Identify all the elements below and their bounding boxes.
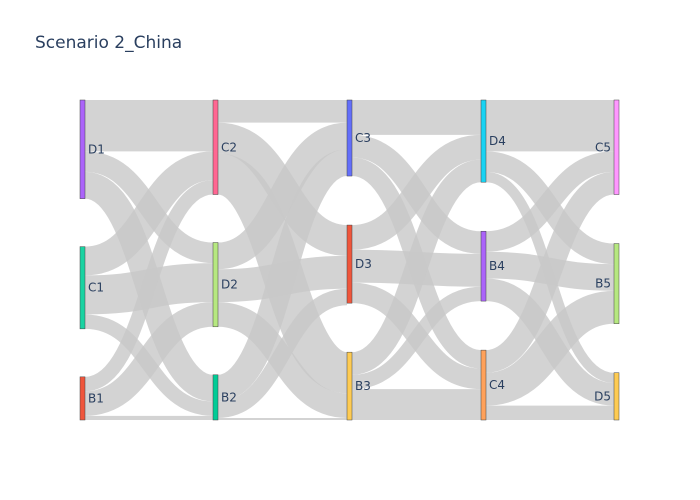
sankey-node-B1[interactable] xyxy=(79,376,86,421)
sankey-node-label-D2: D2 xyxy=(221,278,238,292)
sankey-node-B5[interactable] xyxy=(613,243,620,324)
sankey-node-label-B1: B1 xyxy=(88,391,104,405)
sankey-node-label-D3: D3 xyxy=(355,257,372,271)
sankey-node-label-B2: B2 xyxy=(221,390,237,404)
sankey-node-label-D1: D1 xyxy=(88,142,105,156)
sankey-node-D1[interactable] xyxy=(79,99,86,199)
sankey-node-label-D4: D4 xyxy=(489,134,506,148)
sankey-node-label-B4: B4 xyxy=(489,259,505,273)
sankey-node-label-B5: B5 xyxy=(595,277,611,291)
sankey-node-label-C4: C4 xyxy=(489,378,505,392)
sankey-node-label-B3: B3 xyxy=(355,379,371,393)
sankey-node-label-C3: C3 xyxy=(355,131,371,145)
sankey-node-D4[interactable] xyxy=(480,99,487,183)
sankey-node-B3[interactable] xyxy=(346,351,353,421)
sankey-node-C4[interactable] xyxy=(480,349,487,421)
sankey-node-B2[interactable] xyxy=(212,374,219,421)
sankey-node-B4[interactable] xyxy=(480,230,487,302)
sankey-node-label-D5: D5 xyxy=(594,389,611,403)
sankey-node-label-C1: C1 xyxy=(88,281,104,295)
sankey-node-D5[interactable] xyxy=(613,372,620,421)
sankey-node-D2[interactable] xyxy=(212,242,219,328)
sankey-node-C3[interactable] xyxy=(346,99,353,177)
sankey-node-label-C5: C5 xyxy=(595,140,611,154)
sankey-diagram: D1 C1 B1 C2 D2 B2 C3 D3 B3 D4 B4 C4 C5 B5 D5 xyxy=(79,99,620,421)
sankey-node-C1[interactable] xyxy=(79,246,86,330)
sankey-node-label-C2: C2 xyxy=(221,140,237,154)
sankey-node-C5[interactable] xyxy=(613,99,620,195)
sankey-node-D3[interactable] xyxy=(346,224,353,304)
sankey-node-C2[interactable] xyxy=(212,99,219,195)
